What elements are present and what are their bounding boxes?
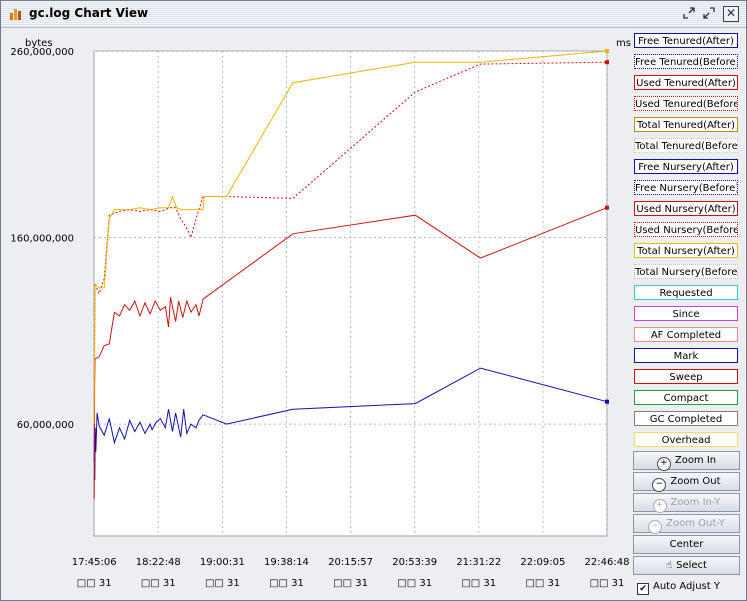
- x-tick-date: □□ 31: [141, 578, 176, 589]
- legend-toggle-mark[interactable]: Mark: [634, 348, 738, 363]
- legend-toggle-used-tenured-after[interactable]: Used Tenured(After): [634, 75, 738, 90]
- y-axis-unit-left: bytes: [25, 38, 53, 49]
- series-end-marker-used-tenured-after: [605, 205, 609, 210]
- bar-chart-icon: [10, 9, 21, 20]
- maximize-icon[interactable]: [701, 6, 717, 22]
- legend-toggle-compact[interactable]: Compact: [634, 390, 738, 405]
- x-tick-time: 17:45:06: [72, 557, 117, 568]
- legend-toggle-used-nursery-before[interactable]: Used Nursery(Before): [634, 222, 738, 237]
- legend-toggle-total-tenured-after[interactable]: Total Tenured(After): [634, 117, 738, 132]
- zoom-in-y-icon: +: [652, 499, 667, 513]
- x-tick-time: 22:09:05: [520, 557, 565, 568]
- zoom-in-button[interactable]: + Zoom In: [633, 451, 740, 471]
- x-tick-date: □□ 31: [590, 578, 625, 589]
- y-axis-unit-right: ms: [616, 38, 631, 49]
- plot-background: [93, 50, 608, 537]
- zoom-in-label: Zoom In: [674, 455, 717, 466]
- title-bar[interactable]: gc.log Chart View ✕: [1, 1, 746, 28]
- legend-toggle-free-nursery-after[interactable]: Free Nursery(After): [634, 159, 738, 174]
- zoom-out-y-label: Zoom Out-Y: [666, 518, 725, 529]
- legend-toggle-overhead[interactable]: Overhead: [634, 432, 738, 447]
- auto-adjust-y-checkbox[interactable]: ✔ Auto Adjust Y: [637, 579, 741, 595]
- legend-toggle-free-tenured-before[interactable]: Free Tenured(Before): [634, 54, 738, 69]
- x-tick-time: 22:46:48: [585, 557, 630, 568]
- legend-toggle-since[interactable]: Since: [634, 306, 738, 321]
- legend-toggle-total-nursery-before[interactable]: Total Nursery(Before): [634, 264, 738, 279]
- x-tick-date: □□ 31: [525, 578, 560, 589]
- zoom-in-icon: +: [656, 457, 671, 471]
- gc-chart[interactable]: 260,000,000160,000,00060,000,00017:45:06…: [7, 31, 633, 597]
- series-end-marker-free-tenured-after: [605, 399, 609, 404]
- x-tick-time: 19:00:31: [200, 557, 245, 568]
- zoom-out-button[interactable]: − Zoom Out: [633, 472, 740, 492]
- y-tick-label: 160,000,000: [10, 234, 74, 245]
- chart-window: gc.log Chart View ✕ 260,000,000 160,000,0…: [0, 0, 747, 601]
- legend-toggle-used-nursery-after[interactable]: Used Nursery(After): [634, 201, 738, 216]
- x-tick-time: 18:22:48: [136, 557, 181, 568]
- x-tick-date: □□ 31: [205, 578, 240, 589]
- legend-toggle-total-tenured-before[interactable]: Total Tenured(Before): [634, 138, 738, 153]
- x-tick-time: 20:15:57: [328, 557, 373, 568]
- window-title: gc.log Chart View: [29, 6, 149, 20]
- legend-toggle-requested[interactable]: Requested: [634, 285, 738, 300]
- x-tick-date: □□ 31: [461, 578, 496, 589]
- zoom-in-y-label: Zoom In-Y: [670, 497, 721, 508]
- series-end-marker-used-tenured-before: [605, 60, 609, 65]
- series-end-marker-total-tenured-after: [605, 49, 609, 53]
- center-label: Center: [669, 539, 704, 550]
- legend-toggle-sweep[interactable]: Sweep: [634, 369, 738, 384]
- legend-toggle-af-completed[interactable]: AF Completed: [634, 327, 738, 342]
- chart-area[interactable]: 260,000,000 160,000,000 60,000,000 17:45:06…: [7, 31, 633, 597]
- select-label: Select: [676, 560, 707, 571]
- legend-toggle-gc-completed[interactable]: GC Completed: [634, 411, 738, 426]
- minimize-icon[interactable]: [681, 6, 697, 22]
- legend-toggle-used-tenured-before[interactable]: Used Tenured(Before): [634, 96, 738, 111]
- zoom-out-y-icon: −: [648, 520, 663, 534]
- select-button[interactable]: ☝ Select: [633, 556, 740, 575]
- center-button[interactable]: Center: [633, 535, 740, 554]
- checkbox-check-icon[interactable]: ✔: [637, 583, 649, 595]
- x-tick-time: 21:31:22: [456, 557, 501, 568]
- y-tick-label: 60,000,000: [17, 420, 74, 431]
- x-tick-date: □□ 31: [269, 578, 304, 589]
- x-tick-date: □□ 31: [77, 578, 112, 589]
- zoom-out-icon: −: [652, 478, 667, 492]
- close-icon[interactable]: ✕: [723, 6, 739, 22]
- x-tick-date: □□ 31: [397, 578, 432, 589]
- x-tick-time: 19:38:14: [264, 557, 309, 568]
- legend-toggle-free-tenured-after[interactable]: Free Tenured(After): [634, 33, 738, 48]
- legend-toggle-total-nursery-after[interactable]: Total Nursery(After): [634, 243, 738, 258]
- x-tick-time: 20:53:39: [392, 557, 437, 568]
- legend-toggle-free-nursery-before[interactable]: Free Nursery(Before): [634, 180, 738, 195]
- x-tick-date: □□ 31: [333, 578, 368, 589]
- zoom-out-y-button[interactable]: − Zoom Out-Y: [633, 514, 740, 534]
- auto-adjust-y-label: Auto Adjust Y: [653, 581, 720, 592]
- hand-icon: ☝: [666, 560, 673, 571]
- zoom-out-label: Zoom Out: [670, 476, 721, 487]
- zoom-in-y-button[interactable]: + Zoom In-Y: [633, 493, 740, 513]
